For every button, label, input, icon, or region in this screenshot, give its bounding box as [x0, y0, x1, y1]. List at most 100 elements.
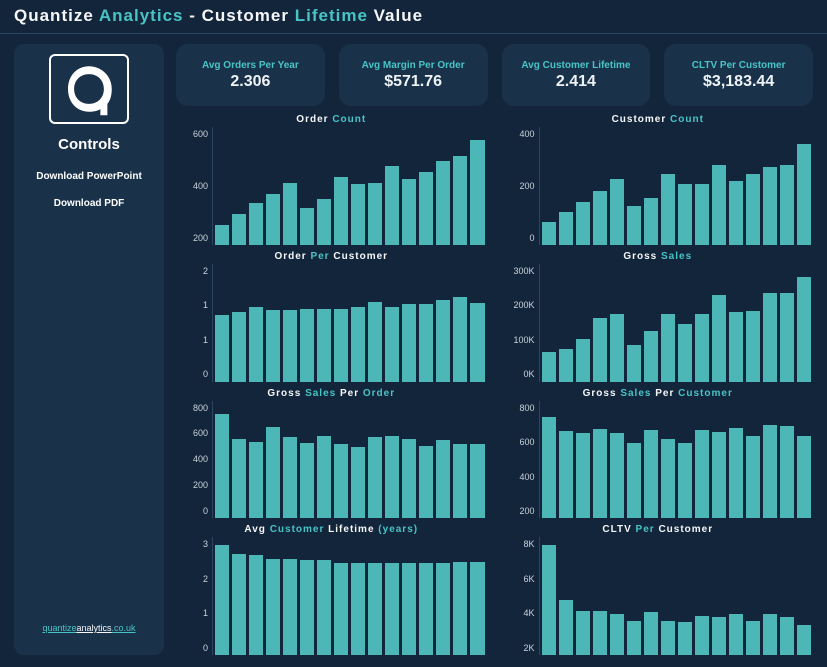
chart-body: 200400600: [176, 127, 487, 245]
bar: [593, 611, 607, 655]
bar: [436, 563, 450, 655]
chart-body: 2K4K6K8K: [503, 537, 814, 655]
bar: [712, 165, 726, 245]
bar: [780, 617, 794, 655]
bar: [797, 277, 811, 382]
content: Controls Download PowerPoint Download PD…: [0, 34, 827, 667]
chart-title: Customer Count: [503, 114, 814, 125]
chart-title: Gross Sales Per Order: [176, 388, 487, 399]
bar: [763, 167, 777, 245]
y-tick: 0: [176, 506, 208, 516]
bar: [232, 554, 246, 655]
quantize-logo-icon: [61, 61, 117, 117]
y-tick: 0: [176, 369, 208, 379]
y-tick: 1: [176, 335, 208, 345]
bar: [729, 312, 743, 381]
bar: [300, 443, 314, 518]
download-powerpoint-button[interactable]: Download PowerPoint: [36, 171, 142, 182]
bar: [334, 177, 348, 244]
bar: [729, 614, 743, 655]
bar: [627, 443, 641, 518]
bar: [368, 302, 382, 381]
kpi-label: Avg Customer Lifetime: [521, 60, 630, 71]
bar: [317, 199, 331, 244]
download-pdf-button[interactable]: Download PDF: [54, 198, 125, 209]
bars: [212, 264, 487, 382]
bar: [559, 431, 573, 518]
kpi-card: Avg Customer Lifetime 2.414: [502, 44, 651, 106]
y-axis: 200400600: [176, 127, 212, 245]
charts-grid: Order Count200400600Customer Count020040…: [176, 114, 813, 655]
bar: [249, 203, 263, 245]
bar: [593, 191, 607, 245]
y-axis: 200400600800: [503, 401, 539, 519]
chart-body: 200400600800: [503, 401, 814, 519]
chart-gross-sales: Gross Sales0K100K200K300K: [503, 251, 814, 382]
chart-title: Order Count: [176, 114, 487, 125]
y-tick: 0K: [503, 369, 535, 379]
y-tick: 200: [503, 506, 535, 516]
chart-title: CLTV Per Customer: [503, 524, 814, 535]
bar: [300, 309, 314, 381]
bar: [385, 563, 399, 655]
bar: [729, 181, 743, 245]
kpi-label: CLTV Per Customer: [692, 60, 786, 71]
bar: [453, 156, 467, 245]
y-axis: 0123: [176, 537, 212, 655]
chart-title: Order Per Customer: [176, 251, 487, 262]
y-axis: 0200400600800: [176, 401, 212, 519]
bar: [249, 555, 263, 655]
bar: [232, 214, 246, 244]
bar: [453, 444, 467, 519]
bar: [678, 622, 692, 655]
bar: [334, 563, 348, 655]
kpi-value: 2.414: [556, 73, 596, 91]
y-tick: 200: [176, 233, 208, 243]
bar: [576, 611, 590, 655]
bar: [780, 293, 794, 381]
kpi-label: Avg Margin Per Order: [362, 60, 465, 71]
kpi-value: $3,183.44: [703, 73, 774, 91]
bars: [539, 127, 814, 245]
y-tick: 1: [176, 300, 208, 310]
bar: [559, 212, 573, 245]
y-tick: 200: [176, 480, 208, 490]
bar: [385, 307, 399, 382]
bar: [402, 304, 416, 382]
bar: [746, 621, 760, 655]
kpi-card: CLTV Per Customer $3,183.44: [664, 44, 813, 106]
bar: [266, 427, 280, 519]
bar: [402, 179, 416, 245]
bar: [695, 314, 709, 382]
bar: [402, 563, 416, 655]
bars: [212, 401, 487, 519]
controls-heading: Controls: [58, 136, 120, 153]
sidebar: Controls Download PowerPoint Download PD…: [14, 44, 164, 655]
bar: [678, 324, 692, 381]
bar: [746, 436, 760, 518]
bar: [797, 144, 811, 245]
chart-avg-customer-lifetime: Avg Customer Lifetime (years)0123: [176, 524, 487, 655]
y-tick: 1: [176, 608, 208, 618]
chart-body: 0200400: [503, 127, 814, 245]
y-tick: 400: [503, 129, 535, 139]
bar: [610, 179, 624, 245]
chart-title: Gross Sales Per Customer: [503, 388, 814, 399]
bar: [559, 600, 573, 655]
bar: [695, 616, 709, 655]
bar: [678, 443, 692, 518]
bar: [419, 304, 433, 382]
brand-link[interactable]: quantizeanalytics.co.uk: [42, 623, 135, 633]
chart-order-per-customer: Order Per Customer0112: [176, 251, 487, 382]
main: Avg Orders Per Year2.306Avg Margin Per O…: [176, 44, 813, 655]
y-tick: 300K: [503, 266, 535, 276]
bar: [215, 315, 229, 382]
bar: [300, 208, 314, 245]
kpi-row: Avg Orders Per Year2.306Avg Margin Per O…: [176, 44, 813, 106]
bar: [797, 625, 811, 655]
bar: [644, 198, 658, 245]
chart-body: 0112: [176, 264, 487, 382]
bar: [419, 446, 433, 519]
bars: [212, 127, 487, 245]
bar: [644, 331, 658, 381]
